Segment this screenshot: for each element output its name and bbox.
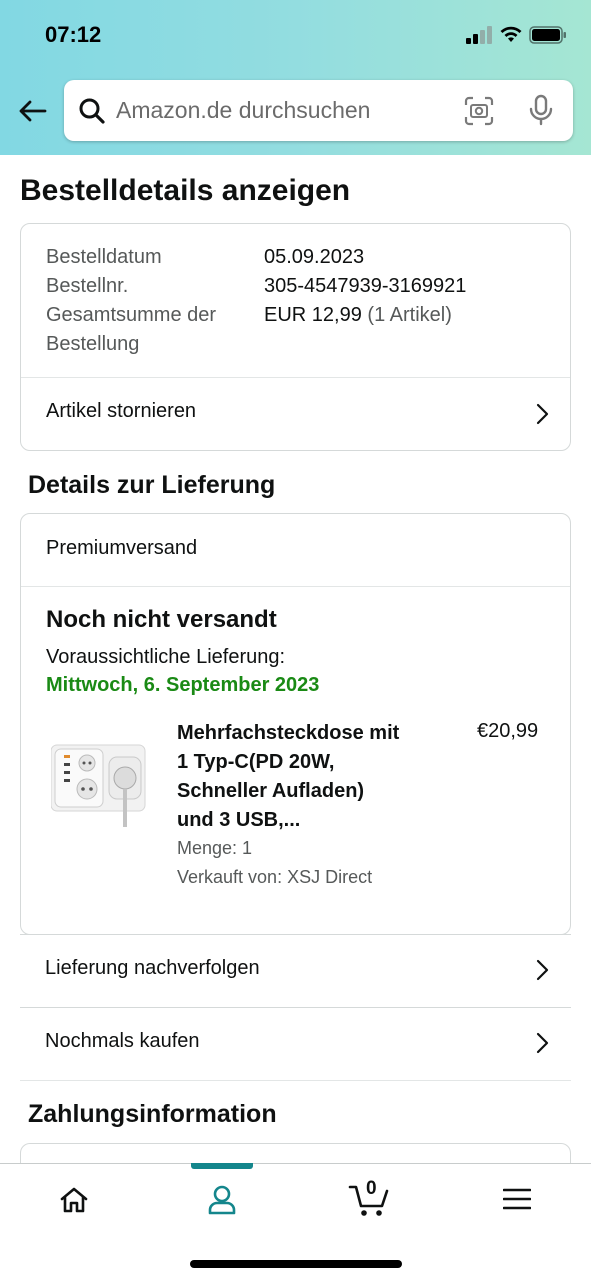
- cancel-items-link[interactable]: Artikel stornieren: [21, 378, 570, 451]
- microphone-icon[interactable]: [528, 94, 554, 126]
- order-date-value: 05.09.2023: [264, 246, 365, 268]
- order-total-label: Gesamtsumme der: [46, 304, 217, 326]
- delivery-card: Premiumversand Noch nicht versandt Vorau…: [20, 513, 571, 935]
- back-button[interactable]: [14, 95, 50, 127]
- nav-account[interactable]: [182, 1164, 262, 1236]
- search-bar[interactable]: [64, 80, 573, 141]
- nav-menu[interactable]: [478, 1164, 558, 1236]
- nav-cart[interactable]: [330, 1164, 410, 1236]
- search-input[interactable]: [116, 80, 456, 141]
- track-delivery-link[interactable]: Lieferung nachverfolgen: [20, 934, 571, 1007]
- home-icon: [60, 1187, 88, 1213]
- chevron-right-icon: [536, 403, 549, 425]
- shipping-method: Premiumversand: [46, 537, 198, 559]
- chevron-right-icon: [536, 1032, 549, 1054]
- buy-again-label: Nochmals kaufen: [45, 1030, 200, 1052]
- arrow-left-icon: [19, 100, 47, 122]
- expected-delivery-label: Voraussichtliche Lieferung:: [46, 646, 286, 668]
- product-seller: Verkauft von: XSJ Direct: [177, 867, 373, 887]
- buy-again-link[interactable]: Nochmals kaufen: [20, 1007, 571, 1080]
- product-price: €20,99: [477, 720, 539, 742]
- order-date-label: Bestelldatum: [46, 246, 162, 268]
- order-item-count: (1 Artikel): [367, 304, 452, 326]
- account-icon: [208, 1185, 236, 1215]
- product-title-line: Mehrfachsteckdose mit: [177, 722, 400, 744]
- divider: [20, 1080, 571, 1081]
- cancel-items-label: Artikel stornieren: [46, 400, 197, 422]
- wifi-icon: [500, 26, 522, 42]
- product-title[interactable]: Mehrfachsteckdose mit 1 Typ-C(PD 20W, Sc…: [177, 719, 437, 835]
- status-time: 07:12: [45, 22, 102, 47]
- product-title-line: 1 Typ-C(PD 20W,: [177, 751, 335, 773]
- track-delivery-label: Lieferung nachverfolgen: [45, 957, 260, 979]
- camera-scan-icon[interactable]: [464, 96, 494, 126]
- payment-section-title: Zahlungsinformation: [28, 1100, 277, 1128]
- page-title: Bestelldetails anzeigen: [20, 174, 351, 207]
- order-total-label-line2: Bestellung: [46, 333, 140, 355]
- order-total-value: EUR 12,99 (1 Artikel): [264, 301, 452, 330]
- expected-delivery-date: Mittwoch, 6. September 2023: [46, 674, 320, 696]
- product-quantity: Menge: 1: [177, 838, 253, 858]
- delivery-section-title: Details zur Lieferung: [28, 471, 276, 499]
- battery-icon: [529, 26, 566, 44]
- order-number-label: Bestellnr.: [46, 275, 129, 297]
- nav-home[interactable]: [34, 1164, 114, 1236]
- product-image[interactable]: [51, 739, 151, 829]
- active-tab-indicator: [191, 1163, 253, 1169]
- menu-icon: [503, 1188, 531, 1210]
- product-title-line: und 3 USB,...: [177, 809, 301, 831]
- cart-count-badge: 0: [366, 1178, 377, 1199]
- chevron-right-icon: [536, 959, 549, 981]
- order-number-value: 305-4547939-3169921: [264, 275, 467, 297]
- divider: [21, 586, 570, 587]
- cellular-signal-icon: [466, 26, 492, 44]
- app-header: 07:12: [0, 0, 591, 155]
- search-icon: [79, 98, 105, 124]
- product-title-line: Schneller Aufladen): [177, 780, 365, 802]
- order-summary-card: Bestelldatum 05.09.2023 Bestellnr. 305-4…: [20, 223, 571, 451]
- order-total-amount: EUR 12,99: [264, 304, 362, 326]
- home-indicator: [190, 1260, 402, 1268]
- shipment-status: Noch nicht versandt: [46, 606, 277, 633]
